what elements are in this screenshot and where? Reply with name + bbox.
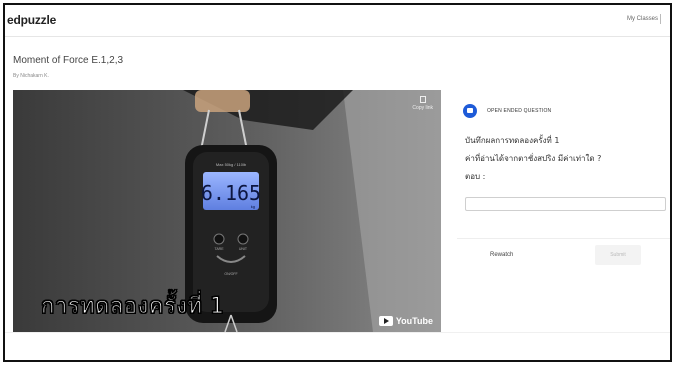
scale-brand-text: Max 50kg / 110lb xyxy=(216,162,247,167)
edpuzzle-logo[interactable]: edpuzzle xyxy=(7,13,56,27)
youtube-logo[interactable]: YouTube xyxy=(378,316,433,326)
profile-menu-icon[interactable] xyxy=(660,14,668,24)
panel-divider xyxy=(457,238,670,239)
answer-input[interactable] xyxy=(465,197,666,211)
submit-button[interactable]: Submit xyxy=(595,245,641,265)
video-byline: By Nichakarn K. xyxy=(13,73,49,79)
scale-unit-text: kg xyxy=(251,204,255,209)
scale-unit-label: UNIT xyxy=(239,247,248,251)
youtube-play-icon xyxy=(378,316,393,326)
top-bar: edpuzzle My Classes xyxy=(5,5,670,37)
video-caption: การทดลองครั้งที่ 1 xyxy=(40,294,225,320)
question-panel: OPEN ENDED QUESTION บันทึกผลการทดลองครั้… xyxy=(457,90,670,235)
rewatch-button[interactable]: Rewatch xyxy=(490,252,513,258)
video-title: Moment of Force E.1,2,3 xyxy=(13,55,124,66)
my-classes-link[interactable]: My Classes xyxy=(627,16,658,22)
video-player[interactable]: Max 50kg / 110lb 6.165 kg TARE UNIT ON/O… xyxy=(13,90,441,332)
scale-tare-label: TARE xyxy=(214,247,224,251)
youtube-label: YouTube xyxy=(395,316,433,326)
question-type-label: OPEN ENDED QUESTION xyxy=(487,108,552,114)
copy-link-button[interactable]: Copy link xyxy=(412,96,433,111)
question-line-2: ค่าที่อ่านได้จากตาชั่งสปริง มีค่าเท่าใด … xyxy=(465,154,602,163)
chat-bubble-icon xyxy=(463,104,477,118)
copy-link-label: Copy link xyxy=(412,105,433,111)
question-line-1: บันทึกผลการทดลองครั้งที่ 1 xyxy=(465,136,560,145)
app-frame: edpuzzle My Classes Moment of Force E.1,… xyxy=(3,3,672,362)
copy-icon xyxy=(419,96,426,103)
scale-onoff-label: ON/OFF xyxy=(224,272,237,276)
question-line-3: ตอบ : xyxy=(465,172,486,181)
bottom-divider xyxy=(5,332,670,333)
scale-reading-text: 6.165 xyxy=(201,181,261,205)
